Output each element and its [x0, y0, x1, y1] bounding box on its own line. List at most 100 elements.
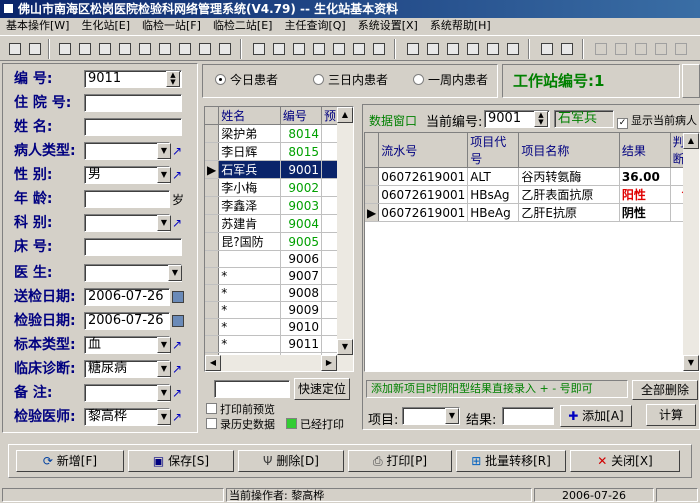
results-scroll-up-icon[interactable]: ▲	[683, 133, 699, 149]
filter-today-radio[interactable]: 今日患者	[215, 73, 278, 87]
patient-row[interactable]: 梁护弟 8014	[205, 124, 340, 143]
toolbar-tool-5-icon[interactable]	[136, 40, 154, 58]
yishi-dropdown-icon[interactable]: ▼	[157, 409, 171, 425]
yishi-picker-icon[interactable]: ↗	[172, 410, 184, 424]
menu-help[interactable]: 系统帮助[H]	[424, 18, 497, 34]
toolbar-tool-3-icon[interactable]	[96, 40, 114, 58]
toolbar-tool-9-icon[interactable]	[216, 40, 234, 58]
patient-col-id[interactable]: 编号	[280, 107, 322, 125]
toolbar-tool-17-icon[interactable]	[404, 40, 422, 58]
patient-row[interactable]: * 9009	[205, 301, 340, 319]
close-button[interactable]: ✕ 关闭[X]	[570, 450, 680, 472]
toolbar-tool-22-icon[interactable]	[504, 40, 522, 58]
toolbar-tool-12-icon[interactable]	[290, 40, 308, 58]
beizhu-dropdown-icon[interactable]: ▼	[157, 385, 171, 401]
print-preview-checkbox[interactable]: 打印前预览	[206, 401, 275, 417]
biaoben-picker-icon[interactable]: ↗	[172, 338, 184, 352]
zhenduan-dropdown-icon[interactable]: ▼	[157, 361, 171, 377]
results-col-result[interactable]: 结果	[619, 133, 671, 168]
patient-list-scrollbar[interactable]: ▲ ▼	[337, 107, 353, 371]
show-current-patient-checkbox[interactable]: ✓ 显示当前病人	[617, 112, 697, 129]
results-scroll-down-icon[interactable]: ▼	[683, 355, 699, 371]
chuanghao-input[interactable]	[84, 238, 182, 256]
toolbar-tool-18-icon[interactable]	[424, 40, 442, 58]
history-data-checkbox[interactable]: 录历史数据	[206, 416, 275, 432]
beizhu-picker-icon[interactable]: ↗	[172, 386, 184, 400]
calculate-button[interactable]: 计算	[646, 404, 696, 426]
jianyan-date-input[interactable]: 2006-07-26	[84, 312, 170, 330]
keyboard-icon[interactable]	[558, 40, 576, 58]
nianling-input[interactable]	[84, 190, 170, 208]
menu-director[interactable]: 主任查询[Q]	[278, 18, 351, 34]
toolbar-print-icon[interactable]	[176, 40, 194, 58]
toolbar-tool-4-icon[interactable]	[116, 40, 134, 58]
result-row[interactable]: ▶ 06072619001 HBeAg 乙肝E抗原 阴性	[365, 203, 699, 222]
biaoben-dropdown-icon[interactable]: ▼	[157, 337, 171, 353]
toolbar-tool-11-icon[interactable]	[270, 40, 288, 58]
print-button[interactable]: ⎙ 打印[P]	[348, 450, 452, 472]
songjian-calendar-icon[interactable]	[172, 291, 184, 303]
calculator-icon[interactable]	[538, 40, 556, 58]
toolbar-tool-16-icon[interactable]	[370, 40, 388, 58]
toolbar-open-icon[interactable]	[6, 40, 24, 58]
filter-3day-radio[interactable]: 三日内患者	[313, 73, 388, 87]
results-scrollbar[interactable]: ▲ ▼	[683, 133, 699, 371]
printed-checkbox[interactable]: 已经打印	[286, 416, 344, 432]
results-col-name[interactable]: 项目名称	[518, 133, 620, 168]
menu-clinic-2[interactable]: 临检二站[E]	[207, 18, 279, 34]
jianyan-calendar-icon[interactable]	[172, 315, 184, 327]
xingming-input[interactable]	[84, 118, 182, 136]
bingrenleixing-dropdown-icon[interactable]: ▼	[157, 143, 171, 159]
scroll-up-icon[interactable]: ▲	[337, 107, 353, 123]
patient-row[interactable]: * 9010	[205, 318, 340, 336]
patient-row[interactable]: * 9007	[205, 267, 340, 285]
toolbar-tool-19-icon[interactable]	[444, 40, 462, 58]
patient-list-hscrollbar[interactable]: ◀ ▶	[205, 355, 337, 371]
filter-week-radio[interactable]: 一周内患者	[413, 73, 488, 87]
delete-button[interactable]: Ψ 删除[D]	[238, 450, 344, 472]
toolbar-search-icon[interactable]	[156, 40, 174, 58]
xingbie-picker-icon[interactable]: ↗	[172, 168, 184, 182]
menu-clinic-1[interactable]: 临检一站[F]	[136, 18, 207, 34]
quick-search-input[interactable]	[214, 380, 290, 398]
yisheng-dropdown-icon[interactable]: ▼	[168, 265, 182, 281]
patient-row[interactable]: 9006	[205, 250, 340, 268]
songjian-date-input[interactable]: 2006-07-26	[84, 288, 170, 306]
quick-locate-button[interactable]: 快速定位	[294, 378, 350, 400]
toolbar-search-2-icon[interactable]	[330, 40, 348, 58]
patient-row[interactable]: ▶ 石军兵 9001	[205, 160, 340, 179]
patient-row[interactable]: 昆?国防 9005	[205, 232, 340, 251]
patient-row[interactable]: 李小梅 9002	[205, 178, 340, 197]
toolbar-tool-10-icon[interactable]	[250, 40, 268, 58]
bianhao-spinner[interactable]: ▲ ▼	[166, 71, 180, 87]
zhenduan-picker-icon[interactable]: ↗	[172, 362, 184, 376]
current-number-spinner[interactable]: ▲ ▼	[534, 111, 548, 127]
result-row[interactable]: 06072619001 ALT 谷丙转氨酶 36.00	[365, 167, 699, 186]
save-button[interactable]: ▣ 保存[S]	[128, 450, 234, 472]
patient-col-name[interactable]: 姓名	[218, 107, 281, 125]
results-grid[interactable]: 流水号 项目代号 项目名称 结果 判断 06072619001 ALT 谷丙转氨酶 3…	[364, 132, 700, 372]
scroll-left-icon[interactable]: ◀	[205, 355, 221, 371]
toolbar-print-3-icon[interactable]	[484, 40, 502, 58]
toolbar-tool-1-icon[interactable]	[56, 40, 74, 58]
toolbar-tool-13-icon[interactable]	[310, 40, 328, 58]
batch-transfer-button[interactable]: ⊞ 批量转移[R]	[456, 450, 566, 472]
menu-biochem[interactable]: 生化站[E]	[75, 18, 136, 34]
scroll-right-icon[interactable]: ▶	[321, 355, 337, 371]
add-button[interactable]: ✚ 添加[A]	[560, 405, 632, 427]
bingrenleixing-picker-icon[interactable]: ↗	[172, 144, 184, 158]
toolbar-exit-icon[interactable]	[26, 40, 44, 58]
patient-list[interactable]: 姓名 编号 预 梁护弟 8014 李日辉 8015 ▶ 石军兵 9001 李小梅 9002 李鑫泽…	[204, 106, 354, 372]
zhuyuanhao-input[interactable]	[84, 94, 182, 112]
patient-row[interactable]: 李日辉 8015	[205, 142, 340, 161]
patient-col-extra[interactable]: 预	[321, 107, 340, 125]
menu-basic[interactable]: 基本操作[W]	[0, 18, 75, 34]
results-col-code[interactable]: 项目代号	[467, 133, 520, 168]
toolbar-tool-2-icon[interactable]	[76, 40, 94, 58]
new-button[interactable]: ⟳ 新增[F]	[16, 450, 124, 472]
kebie-dropdown-icon[interactable]: ▼	[157, 215, 171, 231]
delete-all-button[interactable]: 全部删除	[632, 380, 698, 400]
scroll-down-icon[interactable]: ▼	[337, 339, 353, 355]
patient-row[interactable]: * 9011	[205, 335, 340, 353]
kebie-picker-icon[interactable]: ↗	[172, 216, 184, 230]
